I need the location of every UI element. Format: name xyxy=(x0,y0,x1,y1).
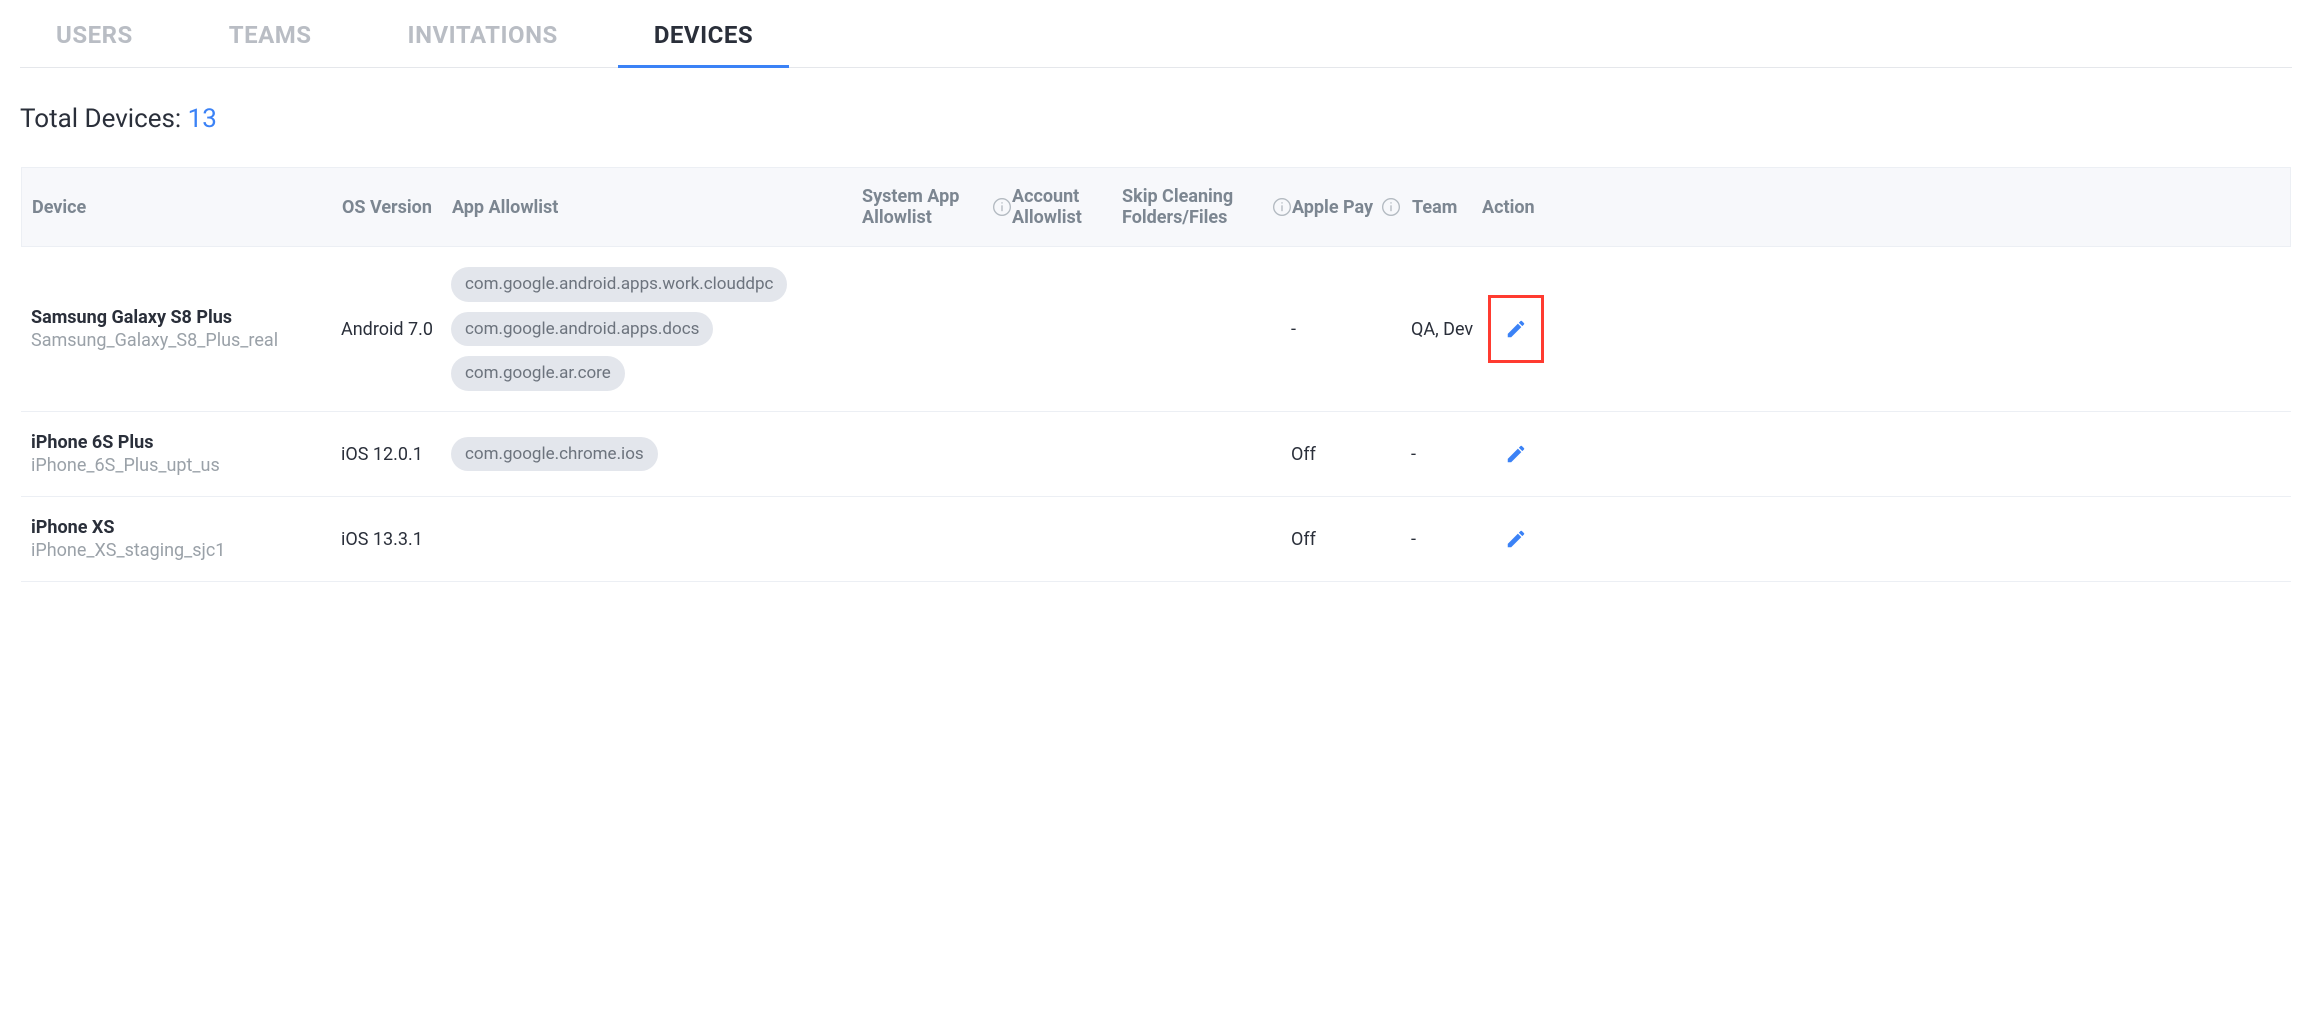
team-cell: - xyxy=(1411,444,1481,465)
col-skip-cleaning: Skip Cleaning Folders/Files xyxy=(1122,186,1292,228)
app-allowlist-pill: com.google.android.apps.docs xyxy=(451,312,713,347)
col-team: Team xyxy=(1412,197,1482,218)
tab-teams[interactable]: TEAMS xyxy=(193,5,348,67)
app-allowlist-pill: com.google.chrome.ios xyxy=(451,437,658,472)
table-row: Samsung Galaxy S8 PlusSamsung_Galaxy_S8_… xyxy=(21,247,2291,412)
pencil-icon xyxy=(1505,318,1527,340)
tab-devices[interactable]: DEVICES xyxy=(618,5,789,67)
action-cell xyxy=(1481,295,1551,363)
col-action: Action xyxy=(1482,197,1552,218)
action-cell xyxy=(1481,522,1551,556)
tab-users[interactable]: USERS xyxy=(20,5,169,67)
col-device: Device xyxy=(32,197,342,218)
highlighted-action-box xyxy=(1488,295,1544,363)
os-cell: iOS 12.0.1 xyxy=(341,444,451,465)
apple-pay-cell: - xyxy=(1291,319,1411,340)
device-id: iPhone_XS_staging_sjc1 xyxy=(31,540,341,561)
action-box xyxy=(1499,437,1533,471)
action-box xyxy=(1499,522,1533,556)
devices-table: Device OS Version App Allowlist System A… xyxy=(20,166,2292,583)
device-name: iPhone XS xyxy=(31,517,341,538)
apple-pay-cell: Off xyxy=(1291,444,1411,465)
device-id: Samsung_Galaxy_S8_Plus_real xyxy=(31,330,341,351)
team-cell: - xyxy=(1411,529,1481,550)
app-allowlist-cell: com.google.chrome.ios xyxy=(451,437,861,472)
app-allowlist-cell: com.google.android.apps.work.clouddpc com… xyxy=(451,267,861,391)
col-sys-app-allowlist: System App Allowlist xyxy=(862,186,1012,228)
device-name: iPhone 6S Plus xyxy=(31,432,341,453)
device-cell: iPhone 6S PlusiPhone_6S_Plus_upt_us xyxy=(31,432,341,476)
device-name: Samsung Galaxy S8 Plus xyxy=(31,307,341,328)
total-devices-label: Total Devices: xyxy=(20,104,188,134)
device-cell: Samsung Galaxy S8 PlusSamsung_Galaxy_S8_… xyxy=(31,307,341,351)
total-devices: Total Devices: 13 xyxy=(0,68,2312,158)
total-devices-count: 13 xyxy=(188,104,217,134)
team-cell: QA, Dev xyxy=(1411,319,1481,340)
table-row: iPhone 6S PlusiPhone_6S_Plus_upt_usiOS 1… xyxy=(21,412,2291,497)
action-cell xyxy=(1481,437,1551,471)
os-cell: Android 7.0 xyxy=(341,319,451,340)
tab-invitations[interactable]: INVITATIONS xyxy=(372,5,594,67)
col-sys-app-allowlist-label: System App Allowlist xyxy=(862,186,984,228)
device-cell: iPhone XSiPhone_XS_staging_sjc1 xyxy=(31,517,341,561)
col-app-allowlist: App Allowlist xyxy=(452,197,862,218)
col-apple-pay: Apple Pay xyxy=(1292,197,1412,218)
apple-pay-cell: Off xyxy=(1291,529,1411,550)
pencil-icon xyxy=(1505,443,1527,465)
app-allowlist-pill: com.google.android.apps.work.clouddpc xyxy=(451,267,787,302)
pencil-icon xyxy=(1505,528,1527,550)
device-id: iPhone_6S_Plus_upt_us xyxy=(31,455,341,476)
table-header: Device OS Version App Allowlist System A… xyxy=(21,167,2291,247)
info-icon[interactable] xyxy=(1272,197,1292,217)
tab-bar: USERS TEAMS INVITATIONS DEVICES xyxy=(20,0,2292,68)
info-icon[interactable] xyxy=(1381,197,1401,217)
col-os: OS Version xyxy=(342,197,452,218)
info-icon[interactable] xyxy=(992,197,1012,217)
app-allowlist-pill: com.google.ar.core xyxy=(451,356,625,391)
col-account-allowlist: Account Allowlist xyxy=(1012,186,1122,228)
col-skip-cleaning-label: Skip Cleaning Folders/Files xyxy=(1122,186,1264,228)
table-row: iPhone XSiPhone_XS_staging_sjc1iOS 13.3.… xyxy=(21,497,2291,582)
os-cell: iOS 13.3.1 xyxy=(341,529,451,550)
edit-button[interactable] xyxy=(1499,522,1533,556)
edit-button[interactable] xyxy=(1499,437,1533,471)
col-apple-pay-label: Apple Pay xyxy=(1292,197,1373,218)
edit-button[interactable] xyxy=(1499,312,1533,346)
